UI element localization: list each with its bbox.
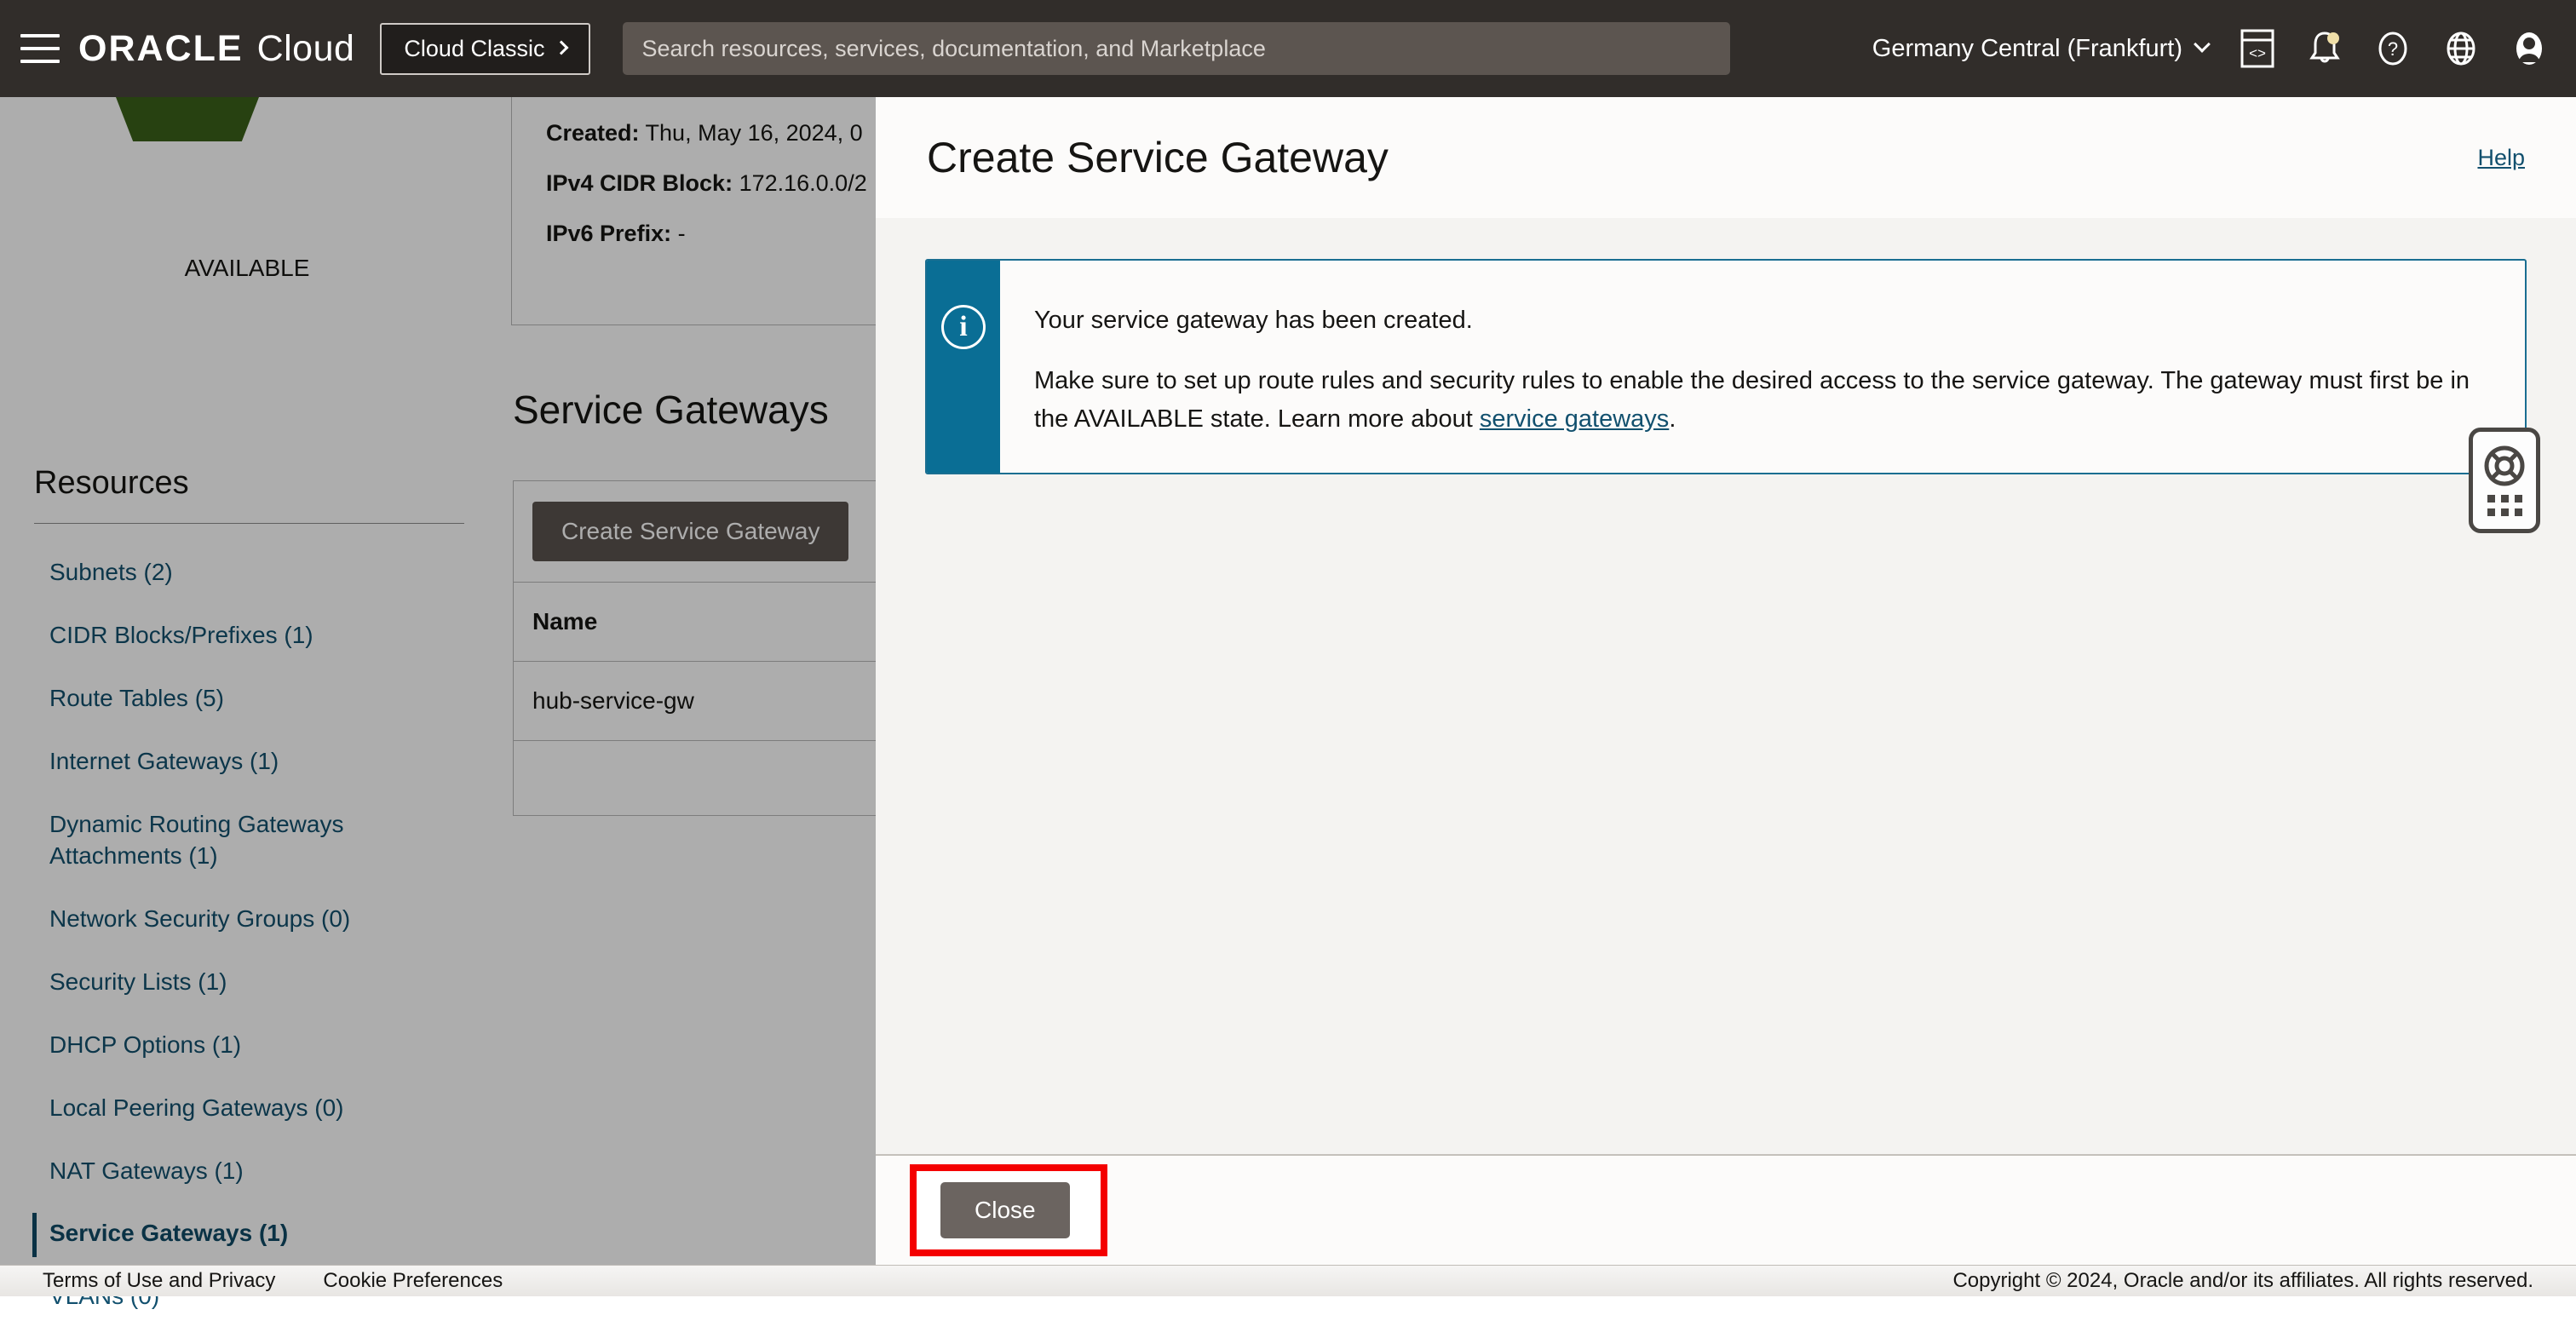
lifesaver-support-icon [2484, 445, 2525, 486]
panel-body: i Your service gateway has been created.… [876, 218, 2576, 1154]
create-service-gateway-panel: Create Service Gateway Help i Your servi… [876, 97, 2576, 1265]
modal-dim-overlay[interactable] [0, 97, 876, 1296]
chevron-down-icon [2194, 36, 2211, 53]
info-banner-line-1: Your service gateway has been created. [1034, 307, 1473, 334]
cloud-wordmark: Cloud [256, 27, 355, 69]
cookie-preferences-link[interactable]: Cookie Preferences [323, 1269, 503, 1293]
panel-header: Create Service Gateway Help [876, 97, 2576, 218]
copyright-text: Copyright © 2024, Oracle and/or its affi… [1952, 1269, 2533, 1292]
panel-title: Create Service Gateway [927, 134, 1389, 181]
service-gateways-link[interactable]: service gateways [1480, 405, 1669, 433]
drag-dot [2500, 508, 2509, 516]
close-button-highlight: Close [910, 1164, 1107, 1256]
info-banner-line-2-before: Make sure to set up route rules and secu… [1034, 366, 2470, 433]
hamburger-line [20, 34, 60, 37]
drag-dot [2487, 508, 2495, 516]
code-editor-icon[interactable]: <> [2240, 29, 2274, 68]
info-banner-line-2-after: . [1669, 405, 1676, 433]
page-footer: Terms of Use and Privacy Cookie Preferen… [0, 1265, 2576, 1296]
hamburger-line [20, 47, 60, 50]
info-banner-line-2: Make sure to set up route rules and secu… [1034, 362, 2491, 439]
language-globe-icon[interactable] [2443, 29, 2479, 68]
info-banner-stripe: i [927, 261, 1000, 473]
cloud-classic-button[interactable]: Cloud Classic [380, 22, 591, 75]
drag-dot [2487, 495, 2495, 503]
notifications-bell-icon[interactable] [2307, 29, 2343, 68]
panel-help-link[interactable]: Help [2477, 145, 2525, 171]
oracle-wordmark: ORACLE [78, 27, 244, 69]
drag-dot [2514, 508, 2522, 516]
info-banner-text: Your service gateway has been created. M… [1000, 261, 2525, 473]
terms-of-use-link[interactable]: Terms of Use and Privacy [43, 1269, 275, 1293]
cloud-classic-label: Cloud Classic [404, 35, 545, 61]
info-banner: i Your service gateway has been created.… [925, 259, 2527, 474]
search-input[interactable] [623, 22, 1731, 75]
top-navigation-bar: ORACLE Cloud Cloud Classic Germany Centr… [0, 0, 2576, 97]
six-dot-drag-handle[interactable] [2487, 495, 2522, 516]
help-question-icon[interactable]: ? [2375, 29, 2411, 68]
footer-links: Terms of Use and Privacy Cookie Preferen… [43, 1269, 503, 1293]
close-button[interactable]: Close [940, 1182, 1070, 1238]
panel-footer: Close [876, 1154, 2576, 1265]
hamburger-line [20, 60, 60, 63]
svg-text:?: ? [2388, 38, 2398, 60]
svg-text:<>: <> [2249, 45, 2266, 61]
drag-dot [2514, 495, 2522, 503]
region-selector[interactable]: Germany Central (Frankfurt) [1872, 34, 2211, 63]
chevron-right-icon [554, 40, 569, 55]
support-widget[interactable] [2469, 428, 2540, 533]
oracle-cloud-logo[interactable]: ORACLE Cloud [78, 28, 354, 70]
user-avatar-icon[interactable] [2511, 28, 2547, 69]
navbar-right-cluster: Germany Central (Frankfurt) <> ? [1872, 28, 2547, 69]
drag-dot [2500, 495, 2509, 503]
hamburger-menu-icon[interactable] [20, 34, 60, 63]
region-label: Germany Central (Frankfurt) [1872, 34, 2182, 62]
global-search-box[interactable] [623, 22, 1731, 75]
info-circle-icon: i [941, 305, 986, 349]
